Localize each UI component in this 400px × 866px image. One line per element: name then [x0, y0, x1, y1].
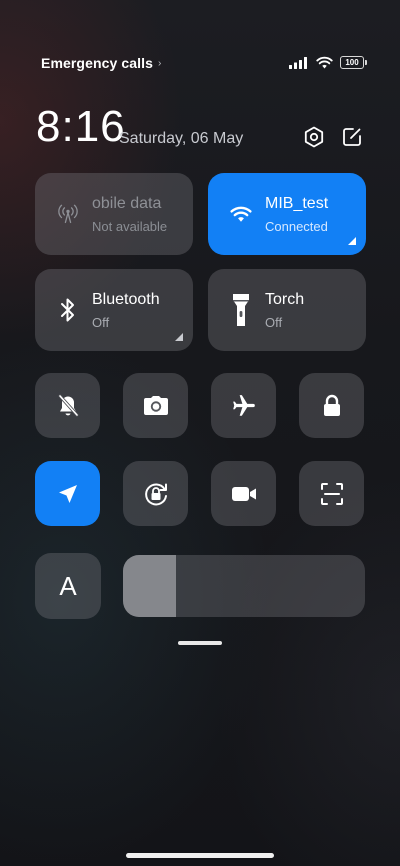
tile-bluetooth-title: Bluetooth: [92, 290, 160, 308]
expand-corner-icon[interactable]: [348, 237, 356, 245]
edit-button[interactable]: [340, 125, 364, 149]
tile-torch-status: Off: [265, 314, 283, 330]
toggle-scanner[interactable]: [299, 461, 364, 526]
bluetooth-icon: [57, 295, 79, 325]
tile-bluetooth-status: Off: [92, 314, 110, 330]
clock-time: 8:16: [36, 102, 126, 151]
rotation-lock-icon: [144, 482, 167, 505]
home-indicator[interactable]: [126, 853, 274, 858]
expand-corner-icon[interactable]: [175, 333, 183, 341]
bell-off-icon: [57, 393, 79, 417]
settings-button[interactable]: [302, 125, 326, 149]
camera-icon: [143, 395, 168, 415]
battery-icon: 100: [340, 56, 367, 69]
status-icons: 100: [289, 56, 367, 69]
battery-level: 100: [345, 58, 359, 67]
toggle-rotation-lock[interactable]: [123, 461, 188, 526]
toggle-airplane[interactable]: [211, 373, 276, 438]
brightness-fill: [123, 555, 177, 617]
airplane-icon: [232, 394, 255, 416]
scan-icon: [320, 482, 343, 505]
status-carrier: Emergency calls ›: [41, 55, 161, 71]
tile-wifi[interactable]: MIB_test Connected: [208, 173, 366, 255]
toggle-screen-recorder[interactable]: [211, 461, 276, 526]
settings-hexagon-icon: [304, 126, 324, 148]
tile-torch-title: Torch: [265, 290, 305, 308]
tile-mobile-data-title: obile data: [92, 194, 162, 212]
antenna-icon: [57, 199, 79, 229]
toggle-lock-screen[interactable]: [299, 373, 364, 438]
auto-brightness-button[interactable]: A: [35, 553, 101, 619]
tile-wifi-status: Connected: [265, 218, 328, 234]
wifi-icon: [230, 199, 252, 229]
tile-torch[interactable]: Torch Off: [208, 269, 366, 351]
clock-date: Saturday, 06 May: [119, 130, 244, 147]
video-camera-icon: [231, 486, 256, 501]
lock-icon: [323, 394, 340, 416]
tile-bluetooth[interactable]: Bluetooth Off: [35, 269, 193, 351]
auto-brightness-label: A: [59, 570, 77, 601]
wifi-status-icon: [316, 56, 333, 69]
brightness-slider[interactable]: [123, 555, 365, 617]
signal-icon: [289, 56, 307, 69]
chevron-right-icon: ›: [158, 57, 162, 69]
emergency-calls-label: Emergency calls: [41, 55, 154, 71]
toggle-screenshot[interactable]: [123, 373, 188, 438]
toggle-silent[interactable]: [35, 373, 100, 438]
toggle-location[interactable]: [35, 461, 100, 526]
panel-handle[interactable]: [178, 641, 222, 645]
flashlight-icon: [230, 294, 252, 326]
location-arrow-icon: [58, 484, 77, 503]
edit-icon: [343, 128, 361, 146]
tile-mobile-data[interactable]: obile data Not available: [35, 173, 193, 255]
tile-wifi-title: MIB_test: [265, 194, 329, 212]
tile-mobile-data-status: Not available: [92, 218, 168, 234]
